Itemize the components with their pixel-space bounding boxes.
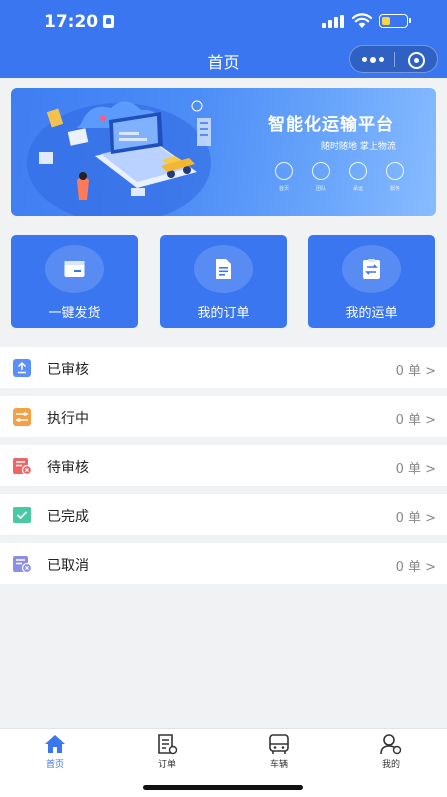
tab-vehicles[interactable]: 车辆 xyxy=(249,733,309,770)
quick-action-orders[interactable]: 我的订单 xyxy=(160,235,287,328)
feature-home-icon xyxy=(275,162,293,180)
status-label: 执行中 xyxy=(47,411,89,427)
miniprogram-capsule xyxy=(349,45,438,73)
vehicle-icon xyxy=(269,734,289,754)
tab-home[interactable]: 首页 xyxy=(25,733,85,770)
status-count: 0 单 > xyxy=(395,560,436,575)
banner-feature: 团队 xyxy=(306,162,336,192)
tab-label: 首页 xyxy=(45,760,64,770)
close-miniprogram-icon[interactable] xyxy=(408,52,425,69)
cancelled-icon xyxy=(13,556,32,574)
more-icon[interactable] xyxy=(362,56,384,63)
banner-subtitle: 随时随地 掌上物流 xyxy=(321,142,396,152)
banner-feature: 首页 xyxy=(269,162,299,192)
quick-action-waybills[interactable]: 我的运单 xyxy=(308,235,435,328)
app-header: 17:20 首页 xyxy=(0,0,447,78)
in-progress-icon xyxy=(13,408,31,426)
status-row-in-progress[interactable]: 执行中 0 单 > xyxy=(0,396,447,437)
order-icon xyxy=(158,734,178,755)
quick-action-label: 我的运单 xyxy=(345,306,398,321)
status-label: 已审核 xyxy=(47,362,89,378)
status-count: 0 单 > xyxy=(395,462,436,477)
banner-title: 智能化运输平台 xyxy=(268,115,394,135)
feature-carrier-icon xyxy=(349,162,367,180)
feature-team-icon xyxy=(312,162,330,180)
home-icon xyxy=(45,735,65,753)
banner-feature: 服务 xyxy=(380,162,410,192)
tab-profile[interactable]: 我的 xyxy=(361,733,421,770)
approved-icon xyxy=(13,359,31,377)
status-count: 0 单 > xyxy=(395,511,436,526)
tab-label: 我的 xyxy=(381,760,400,770)
home-indicator xyxy=(143,785,303,790)
status-count: 0 单 > xyxy=(395,364,436,379)
quick-action-ship[interactable]: 一键发货 xyxy=(11,235,138,328)
banner-features: 首页 团队 承运 服务 xyxy=(269,162,409,198)
tab-label: 订单 xyxy=(157,760,176,770)
status-time: 17:20 xyxy=(44,12,115,32)
status-row-pending[interactable]: 待审核 0 单 > xyxy=(0,445,447,486)
status-label: 待审核 xyxy=(47,460,89,476)
status-label: 已取消 xyxy=(47,558,89,574)
completed-icon xyxy=(13,507,31,523)
sim-icon xyxy=(103,15,115,28)
status-row-cancelled[interactable]: 已取消 0 单 > xyxy=(0,543,447,584)
banner-feature: 承运 xyxy=(343,162,373,192)
quick-action-label: 一键发货 xyxy=(48,306,101,321)
box-icon xyxy=(64,261,85,277)
promo-banner[interactable]: 智能化运输平台 随时随地 掌上物流 首页 团队 承运 服务 xyxy=(11,88,436,216)
feature-service-icon xyxy=(386,162,404,180)
profile-icon xyxy=(380,734,402,755)
pending-review-icon xyxy=(13,458,32,476)
tab-label: 车辆 xyxy=(269,760,288,770)
banner-illustration xyxy=(27,100,211,216)
time-text: 17:20 xyxy=(44,12,99,32)
document-icon xyxy=(216,259,231,279)
transfer-icon xyxy=(363,259,380,279)
signal-icon xyxy=(322,15,344,28)
status-row-completed[interactable]: 已完成 0 单 > xyxy=(0,494,447,535)
wifi-icon xyxy=(352,13,372,28)
capsule-divider xyxy=(394,52,395,67)
status-count: 0 单 > xyxy=(395,413,436,428)
status-row-approved[interactable]: 已审核 0 单 > xyxy=(0,347,447,388)
quick-action-label: 我的订单 xyxy=(197,306,250,321)
battery-icon xyxy=(379,14,411,28)
tab-orders[interactable]: 订单 xyxy=(137,733,197,770)
status-label: 已完成 xyxy=(47,509,89,525)
